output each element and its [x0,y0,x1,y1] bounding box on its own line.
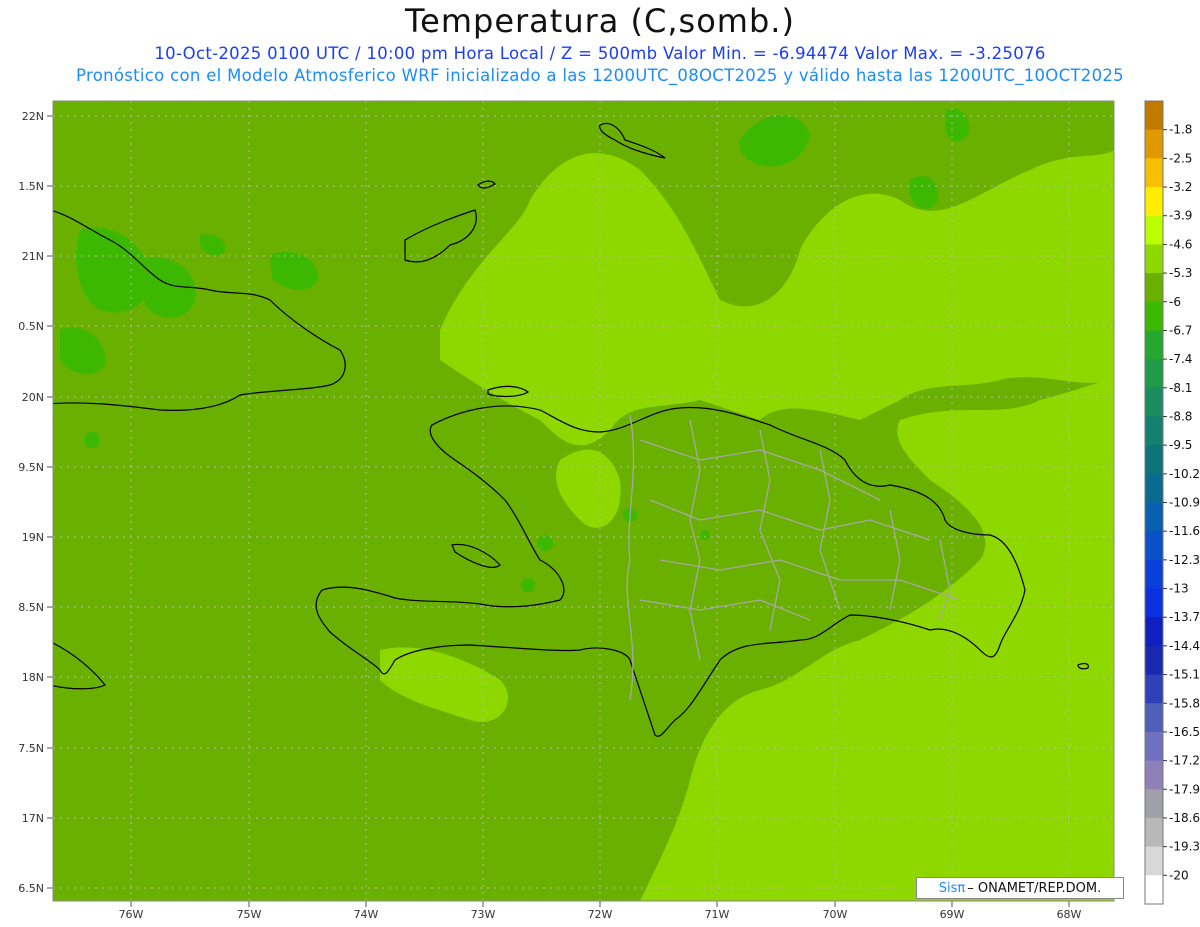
credit-text: – ONAMET/REP.DOM. [967,880,1102,896]
longitude-labels: 76W 75W 74W 73W 72W 71W 70W 69W 68W [119,908,1082,921]
colorbar-label: -13.7 [1169,610,1200,624]
colorbar-swatch [1145,731,1163,762]
lon-label: 72W [588,908,613,921]
colorbar-swatch [1145,789,1163,819]
lon-label: 69W [940,908,965,921]
temperature-map: 22N 1.5N 21N 0.5N 20N 9.5N 19N 8.5N 18N … [18,100,1200,921]
colorbar-label: -3.9 [1169,209,1192,223]
colorbar-label: -15.8 [1169,696,1200,710]
lat-label: 22N [22,110,44,123]
lat-label: 21N [22,250,44,263]
colorbar-swatch [1145,617,1163,647]
lat-label: 1.5N [18,180,44,193]
shaded-field [53,101,1114,901]
colorbar-label: -2.5 [1169,151,1192,165]
colorbar-label: -7.4 [1169,352,1192,366]
colorbar-label: -11.6 [1169,524,1200,538]
colorbar-swatch [1145,846,1163,876]
colorbar-swatch [1145,531,1163,561]
lat-label: 18N [22,671,44,684]
colorbar-swatch [1145,330,1163,360]
colorbar-label: -20 [1169,868,1189,882]
colorbar-label: -8.8 [1169,409,1192,423]
colorbar-label: -17.9 [1169,782,1200,796]
lat-label: 7.5N [18,742,44,755]
colorbar-label: -8.1 [1169,381,1192,395]
lon-label: 74W [354,908,379,921]
colorbar-label: -19.3 [1169,840,1200,854]
lat-label: 6.5N [18,882,44,895]
cool-dot-3 [521,578,535,592]
colorbar-swatch [1145,588,1163,618]
lon-label: 71W [705,908,730,921]
colorbar-swatch [1145,187,1163,217]
lat-label: 9.5N [18,461,44,474]
colorbar-swatch [1145,674,1163,704]
colorbar-swatch [1145,359,1163,389]
colorbar-swatch [1145,215,1163,245]
lon-label: 73W [471,908,496,921]
colorbar-swatch [1145,387,1163,417]
colorbar-swatch [1145,875,1163,905]
colorbar-label: -1.8 [1169,123,1192,137]
colorbar-swatch [1145,158,1163,188]
lon-label: 70W [823,908,848,921]
colorbar-label: -14.4 [1169,639,1200,653]
lat-label: 20N [22,391,44,404]
lon-label: 68W [1057,908,1082,921]
cool-dot-5 [700,530,710,540]
colorbar: -1.8 -2.5 -3.2 -3.9 -4.6 -5.3 -6 -6.7 -7.4 -8.1 -8… [1144,100,1200,905]
latitude-labels: 22N 1.5N 21N 0.5N 20N 9.5N 19N 8.5N 18N … [18,110,44,895]
colorbar-swatch [1145,817,1163,848]
colorbar-label: -4.6 [1169,237,1192,251]
colorbar-label: -5.3 [1169,266,1192,280]
colorbar-swatch [1145,273,1163,303]
lon-label: 75W [237,908,262,921]
lat-label: 17N [22,812,44,825]
colorbar-swatch [1145,703,1163,733]
colorbar-swatch [1145,101,1163,131]
colorbar-label: -17.2 [1169,754,1200,768]
colorbar-swatch [1145,129,1163,159]
colorbar-swatch [1145,760,1163,790]
colorbar-swatch [1145,502,1163,532]
sispi-logo: Sisπ [938,880,966,896]
colorbar-label: -18.6 [1169,811,1200,825]
colorbar-label: -6 [1169,295,1181,309]
colorbar-swatch [1145,473,1163,503]
colorbar-label: -3.2 [1169,180,1192,194]
cool-dot-1 [84,432,100,448]
colorbar-swatch [1145,301,1163,331]
lat-label: 19N [22,531,44,544]
colorbar-swatch [1145,416,1163,446]
colorbar-swatch [1145,559,1163,590]
colorbar-swatch [1145,244,1163,274]
colorbar-label: -15.1 [1169,668,1200,682]
colorbar-label: -12.3 [1169,553,1200,567]
colorbar-label: -13 [1169,582,1189,596]
lat-label: 0.5N [18,320,44,333]
colorbar-label: -9.5 [1169,438,1192,452]
colorbar-label: -16.5 [1169,725,1200,739]
colorbar-label: -10.2 [1169,467,1200,481]
colorbar-label: -10.9 [1169,496,1200,510]
colorbar-swatch [1145,645,1163,676]
lat-label: 8.5N [18,601,44,614]
credit-box: Sisπ – ONAMET/REP.DOM. [916,877,1124,899]
colorbar-label: -6.7 [1169,323,1192,337]
colorbar-swatch [1145,445,1163,475]
lon-label: 76W [119,908,144,921]
